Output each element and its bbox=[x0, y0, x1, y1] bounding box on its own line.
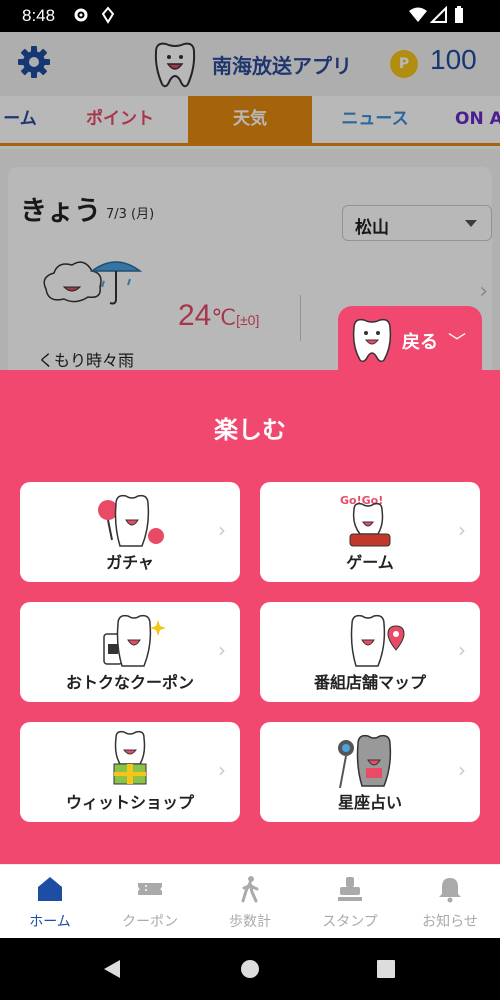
menu-card-label: ウィットショップ bbox=[65, 793, 194, 812]
nav-notifications[interactable]: お知らせ bbox=[400, 865, 500, 939]
status-bar: 8:48 bbox=[0, 0, 500, 32]
menu-card-label: ゲーム bbox=[346, 553, 394, 572]
menu-card-horoscope[interactable]: › 星座占い bbox=[260, 722, 480, 822]
nav-label: お知らせ bbox=[422, 914, 478, 930]
back-button[interactable]: 戻る ﹀ bbox=[338, 306, 482, 376]
enjoy-panel: 楽しむ › ガチャ Go!Go! › ゲーム › おトクなクーポン › 番組店舗… bbox=[0, 370, 500, 864]
back-triangle-icon[interactable] bbox=[102, 958, 122, 980]
home-icon bbox=[38, 877, 62, 901]
nav-label: 歩数計 bbox=[229, 914, 271, 930]
location-status-icon bbox=[101, 6, 115, 24]
chevron-right-icon: › bbox=[458, 518, 466, 542]
signal-icon bbox=[430, 6, 447, 23]
menu-card-label: 番組店舗マップ bbox=[313, 673, 426, 692]
chevron-right-icon: › bbox=[218, 638, 226, 662]
wifi-icon bbox=[409, 7, 427, 22]
mascot-face-icon bbox=[352, 318, 392, 363]
walking-icon bbox=[241, 876, 259, 903]
menu-card-label: ガチャ bbox=[106, 553, 154, 572]
chevron-right-icon: › bbox=[218, 518, 226, 542]
battery-icon bbox=[455, 6, 463, 23]
status-time: 8:48 bbox=[22, 6, 56, 25]
chevron-right-icon: › bbox=[458, 758, 466, 782]
ticket-icon bbox=[138, 883, 162, 895]
system-navigation-bar bbox=[0, 938, 500, 1000]
home-circle-icon[interactable] bbox=[240, 959, 260, 979]
bell-icon bbox=[439, 878, 461, 903]
chevron-down-icon: ﹀ bbox=[448, 332, 466, 353]
map-mascot-icon bbox=[350, 614, 405, 667]
recents-square-icon[interactable] bbox=[377, 960, 395, 978]
menu-card-game[interactable]: Go!Go! › ゲーム bbox=[260, 482, 480, 582]
nav-pedometer[interactable]: 歩数計 bbox=[200, 865, 300, 939]
gear-status-icon bbox=[74, 8, 88, 22]
back-button-label: 戻る bbox=[402, 332, 438, 353]
gacha-mascot-icon bbox=[98, 494, 164, 547]
nav-stamp[interactable]: スタンプ bbox=[300, 865, 400, 939]
panel-title: 楽しむ bbox=[214, 416, 286, 444]
chevron-right-icon: › bbox=[458, 638, 466, 662]
game-mascot-icon: Go!Go! bbox=[340, 494, 391, 547]
bottom-navigation: ホーム クーポン 歩数計 スタンプ お知らせ bbox=[0, 864, 500, 938]
shop-mascot-icon bbox=[113, 730, 147, 785]
nav-label: ホーム bbox=[29, 914, 71, 930]
nav-home[interactable]: ホーム bbox=[0, 865, 100, 939]
menu-card-label: 星座占い bbox=[337, 793, 402, 812]
menu-card-label: おトクなクーポン bbox=[65, 673, 194, 692]
coupon-mascot-icon bbox=[103, 614, 166, 667]
nav-label: スタンプ bbox=[322, 914, 378, 930]
horoscope-mascot-icon bbox=[338, 734, 392, 789]
menu-card-wit-shop[interactable]: › ウィットショップ bbox=[20, 722, 240, 822]
menu-card-shop-map[interactable]: › 番組店舗マップ bbox=[260, 602, 480, 702]
chevron-right-icon: › bbox=[218, 758, 226, 782]
menu-card-gacha[interactable]: › ガチャ bbox=[20, 482, 240, 582]
stamp-icon bbox=[338, 877, 362, 901]
nav-label: クーポン bbox=[122, 914, 178, 930]
menu-card-coupon[interactable]: › おトクなクーポン bbox=[20, 602, 240, 702]
nav-coupon[interactable]: クーポン bbox=[100, 865, 200, 939]
